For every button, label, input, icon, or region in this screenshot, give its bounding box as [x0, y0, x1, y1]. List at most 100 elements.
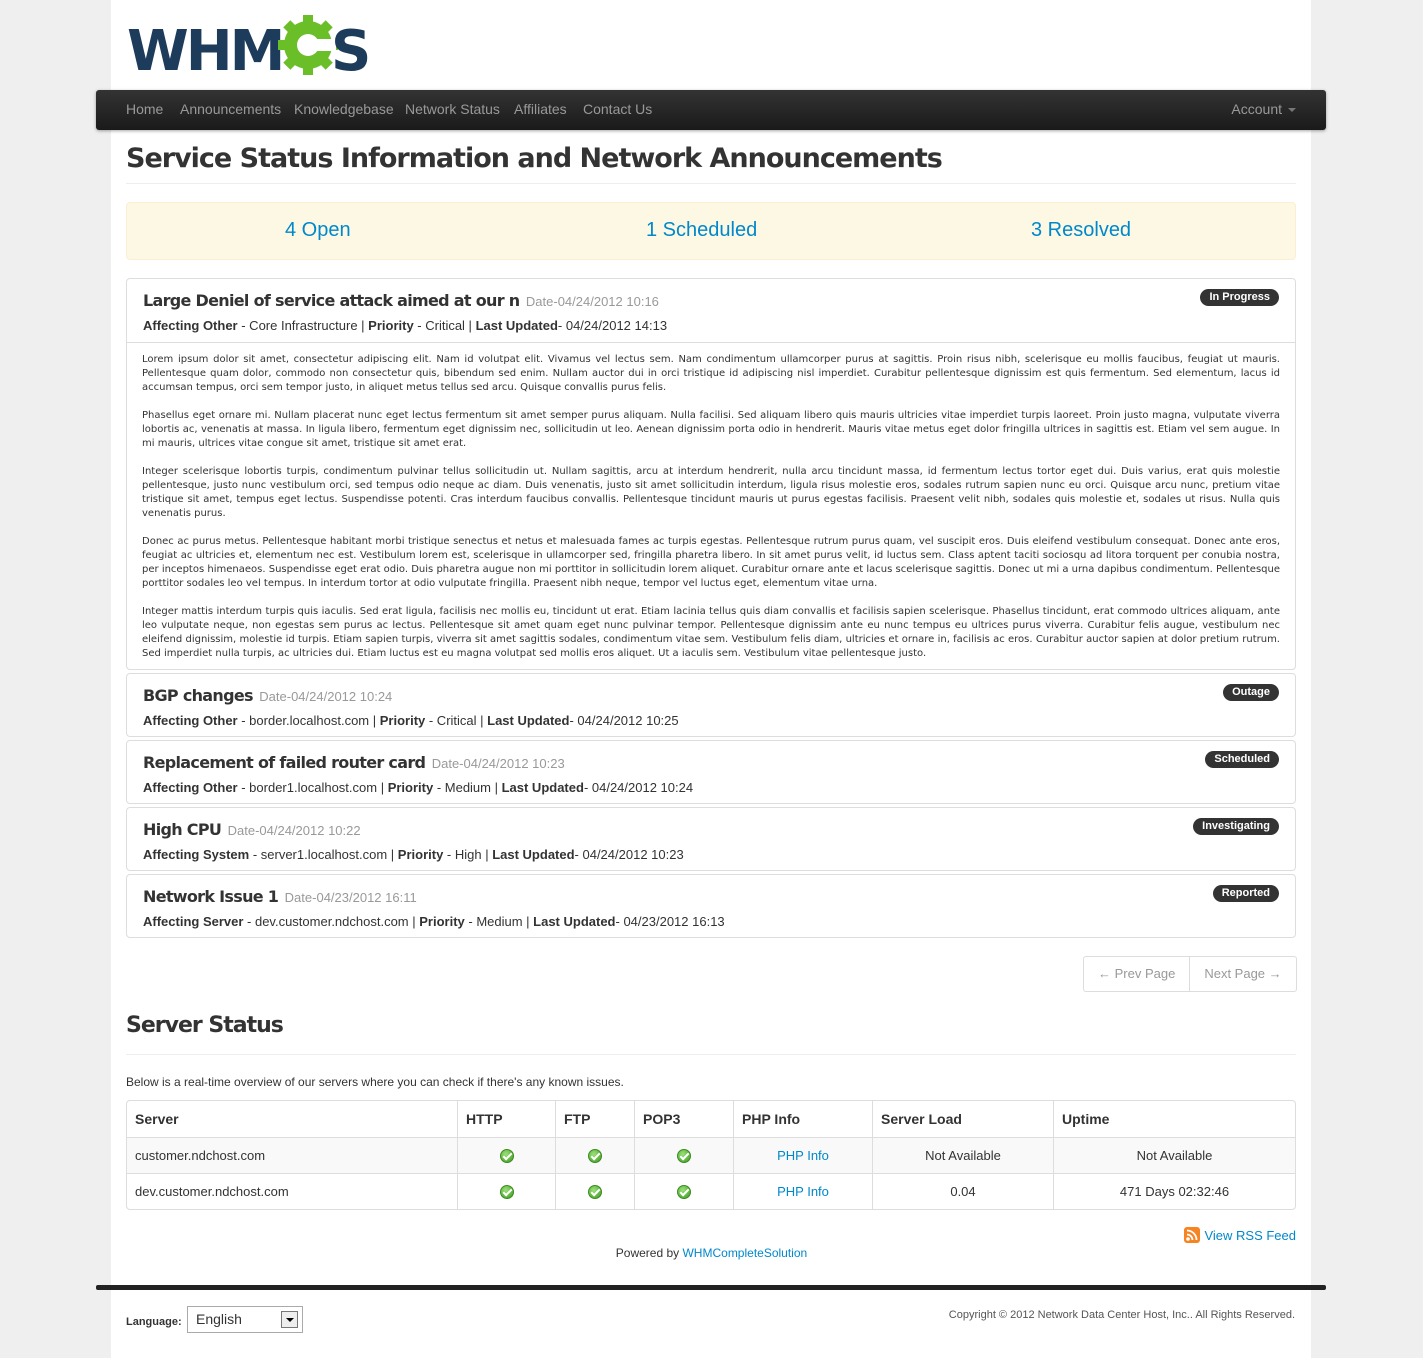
nav-knowledgebase[interactable]: Knowledgebase — [294, 90, 394, 130]
server-uptime: 471 Days 02:32:46 — [1053, 1173, 1295, 1209]
server-status-intro: Below is a real-time overview of our ser… — [126, 1075, 624, 1089]
table-row: customer.ndchost.com PHP Info Not Availa… — [127, 1137, 1295, 1173]
updated-value: - 04/24/2012 10:24 — [583, 780, 694, 795]
scheduled-issues-link[interactable]: 1 Scheduled — [646, 219, 757, 242]
nav-announcements[interactable]: Announcements — [180, 90, 281, 130]
priority-value: - High | — [443, 847, 493, 862]
column-header: FTP — [555, 1101, 634, 1137]
priority-label: Priority — [419, 914, 465, 929]
description-paragraph: Lorem ipsum dolor sit amet, consectetur … — [142, 354, 1280, 393]
nav-home[interactable]: Home — [126, 90, 163, 130]
issue-title[interactable]: BGP changes — [143, 686, 254, 705]
issue-meta: Affecting Other - border1.localhost.com … — [143, 780, 693, 795]
next-page-button[interactable]: Next Page → — [1189, 957, 1295, 991]
issue-card: Large Deniel of service attack aimed at … — [126, 278, 1296, 670]
language-select[interactable]: English — [187, 1306, 303, 1333]
updated-value: - 04/23/2012 16:13 — [615, 914, 725, 929]
status-ok-icon — [588, 1185, 602, 1200]
priority-label: Priority — [397, 847, 444, 862]
issue-title[interactable]: Replacement of failed router card — [143, 753, 426, 772]
nav-contact-us[interactable]: Contact Us — [583, 90, 652, 130]
caret-down-icon — [1288, 108, 1296, 113]
language-label: Language: — [126, 1316, 182, 1328]
status-summary: 4 Open 1 Scheduled 3 Resolved — [126, 202, 1296, 260]
server-load: Not Available — [872, 1137, 1053, 1173]
priority-value: - Medium | — [464, 914, 534, 929]
nav-network-status[interactable]: Network Status — [405, 90, 500, 130]
issue-description: Lorem ipsum dolor sit amet, consectetur … — [127, 342, 1295, 675]
status-ok-icon — [677, 1185, 691, 1200]
updated-value: - 04/24/2012 10:23 — [574, 847, 684, 862]
updated-label: Last Updated — [475, 318, 558, 333]
description-paragraph: Integer mattis interdum turpis quis iacu… — [142, 606, 1280, 659]
column-header: POP3 — [634, 1101, 733, 1137]
priority-label: Priority — [368, 318, 414, 333]
svg-text:WHM: WHM — [127, 19, 282, 76]
issue-date: Date-04/24/2012 10:22 — [227, 823, 361, 838]
server-load: 0.04 — [872, 1173, 1053, 1209]
issue-card: Replacement of failed router card Date-0… — [126, 740, 1296, 804]
rss-feed-link[interactable]: View RSS Feed — [1184, 1227, 1296, 1243]
priority-value: - Critical | — [413, 318, 476, 333]
issue-meta: Affecting Other - border.localhost.com |… — [143, 713, 679, 728]
issue-title[interactable]: Large Deniel of service attack aimed at … — [143, 291, 520, 310]
description-paragraph: Integer scelerisque lobortis turpis, con… — [142, 466, 1280, 519]
copyright-text: Copyright © 2012 Network Data Center Hos… — [948, 1309, 1295, 1321]
affecting-value: - dev.customer.ndchost.com | — [243, 914, 420, 929]
page-title: Service Status Information and Network A… — [126, 143, 1296, 184]
whmcs-link[interactable]: WHMCompleteSolution — [682, 1246, 807, 1260]
open-issues-link[interactable]: 4 Open — [285, 219, 351, 242]
priority-value: - Critical | — [425, 713, 488, 728]
php-info-link[interactable]: PHP Info — [777, 1184, 829, 1199]
affecting-value: - border.localhost.com | — [237, 713, 380, 728]
issue-date: Date-04/24/2012 10:24 — [259, 689, 393, 704]
status-badge: Reported — [1212, 885, 1279, 902]
column-header: Uptime — [1053, 1101, 1295, 1137]
rss-feed-label[interactable]: View RSS Feed — [1204, 1228, 1296, 1243]
pagination: ← Prev Page Next Page → — [1083, 956, 1297, 992]
issue-title-row: Replacement of failed router card Date-0… — [143, 753, 565, 773]
nav-account-label: Account — [1231, 101, 1282, 117]
updated-label: Last Updated — [492, 847, 575, 862]
footer-divider — [96, 1285, 1326, 1290]
table-header-row: Server HTTP FTP POP3 PHP Info Server Loa… — [127, 1101, 1295, 1137]
powered-by: Powered by WHMCompleteSolution — [0, 1246, 1423, 1260]
nav-account-dropdown[interactable]: Account — [1231, 90, 1296, 130]
description-paragraph: Donec ac purus metus. Pellentesque habit… — [142, 536, 1280, 589]
server-status-title: Server Status — [126, 1013, 1296, 1055]
affecting-value: - border1.localhost.com | — [237, 780, 388, 795]
status-badge: In Progress — [1200, 289, 1279, 306]
issue-meta: Affecting Server - dev.customer.ndchost.… — [143, 914, 725, 929]
column-header: Server Load — [872, 1101, 1053, 1137]
issue-title[interactable]: Network Issue 1 — [143, 887, 279, 906]
server-name: dev.customer.ndchost.com — [127, 1173, 457, 1209]
column-header: Server — [135, 1111, 179, 1127]
issue-title[interactable]: High CPU — [143, 820, 222, 839]
affecting-value: - Core Infrastructure | — [237, 318, 369, 333]
updated-value: - 04/24/2012 10:25 — [569, 713, 679, 728]
prev-page-button[interactable]: ← Prev Page — [1084, 957, 1189, 991]
php-info-link[interactable]: PHP Info — [777, 1148, 829, 1163]
priority-label: Priority — [387, 780, 434, 795]
issue-title-row: Network Issue 1 Date-04/23/2012 16:11 — [143, 887, 417, 907]
issue-card: High CPU Date-04/24/2012 10:22 Affecting… — [126, 807, 1296, 871]
issue-title-row: Large Deniel of service attack aimed at … — [143, 291, 659, 311]
issue-date: Date-04/24/2012 10:16 — [525, 294, 659, 309]
issue-title-row: BGP changes Date-04/24/2012 10:24 — [143, 686, 392, 706]
priority-label: Priority — [379, 713, 426, 728]
column-header: HTTP — [457, 1101, 555, 1137]
issue-date: Date-04/23/2012 16:11 — [284, 890, 417, 905]
affecting-label: Affecting Server — [143, 914, 244, 929]
column-header: PHP Info — [733, 1101, 872, 1137]
top-navbar: Home Announcements Knowledgebase Network… — [96, 90, 1326, 130]
status-badge: Scheduled — [1205, 751, 1279, 768]
status-ok-icon — [499, 1185, 514, 1200]
server-uptime: Not Available — [1053, 1137, 1295, 1173]
resolved-issues-link[interactable]: 3 Resolved — [1031, 219, 1131, 242]
nav-affiliates[interactable]: Affiliates — [514, 90, 567, 130]
issue-title-row: High CPU Date-04/24/2012 10:22 — [143, 820, 361, 840]
whmcs-logo[interactable]: WHM S — [127, 14, 377, 76]
dropdown-arrow-icon[interactable] — [281, 1311, 298, 1328]
affecting-value: - server1.localhost.com | — [249, 847, 398, 862]
svg-text:S: S — [331, 19, 371, 76]
